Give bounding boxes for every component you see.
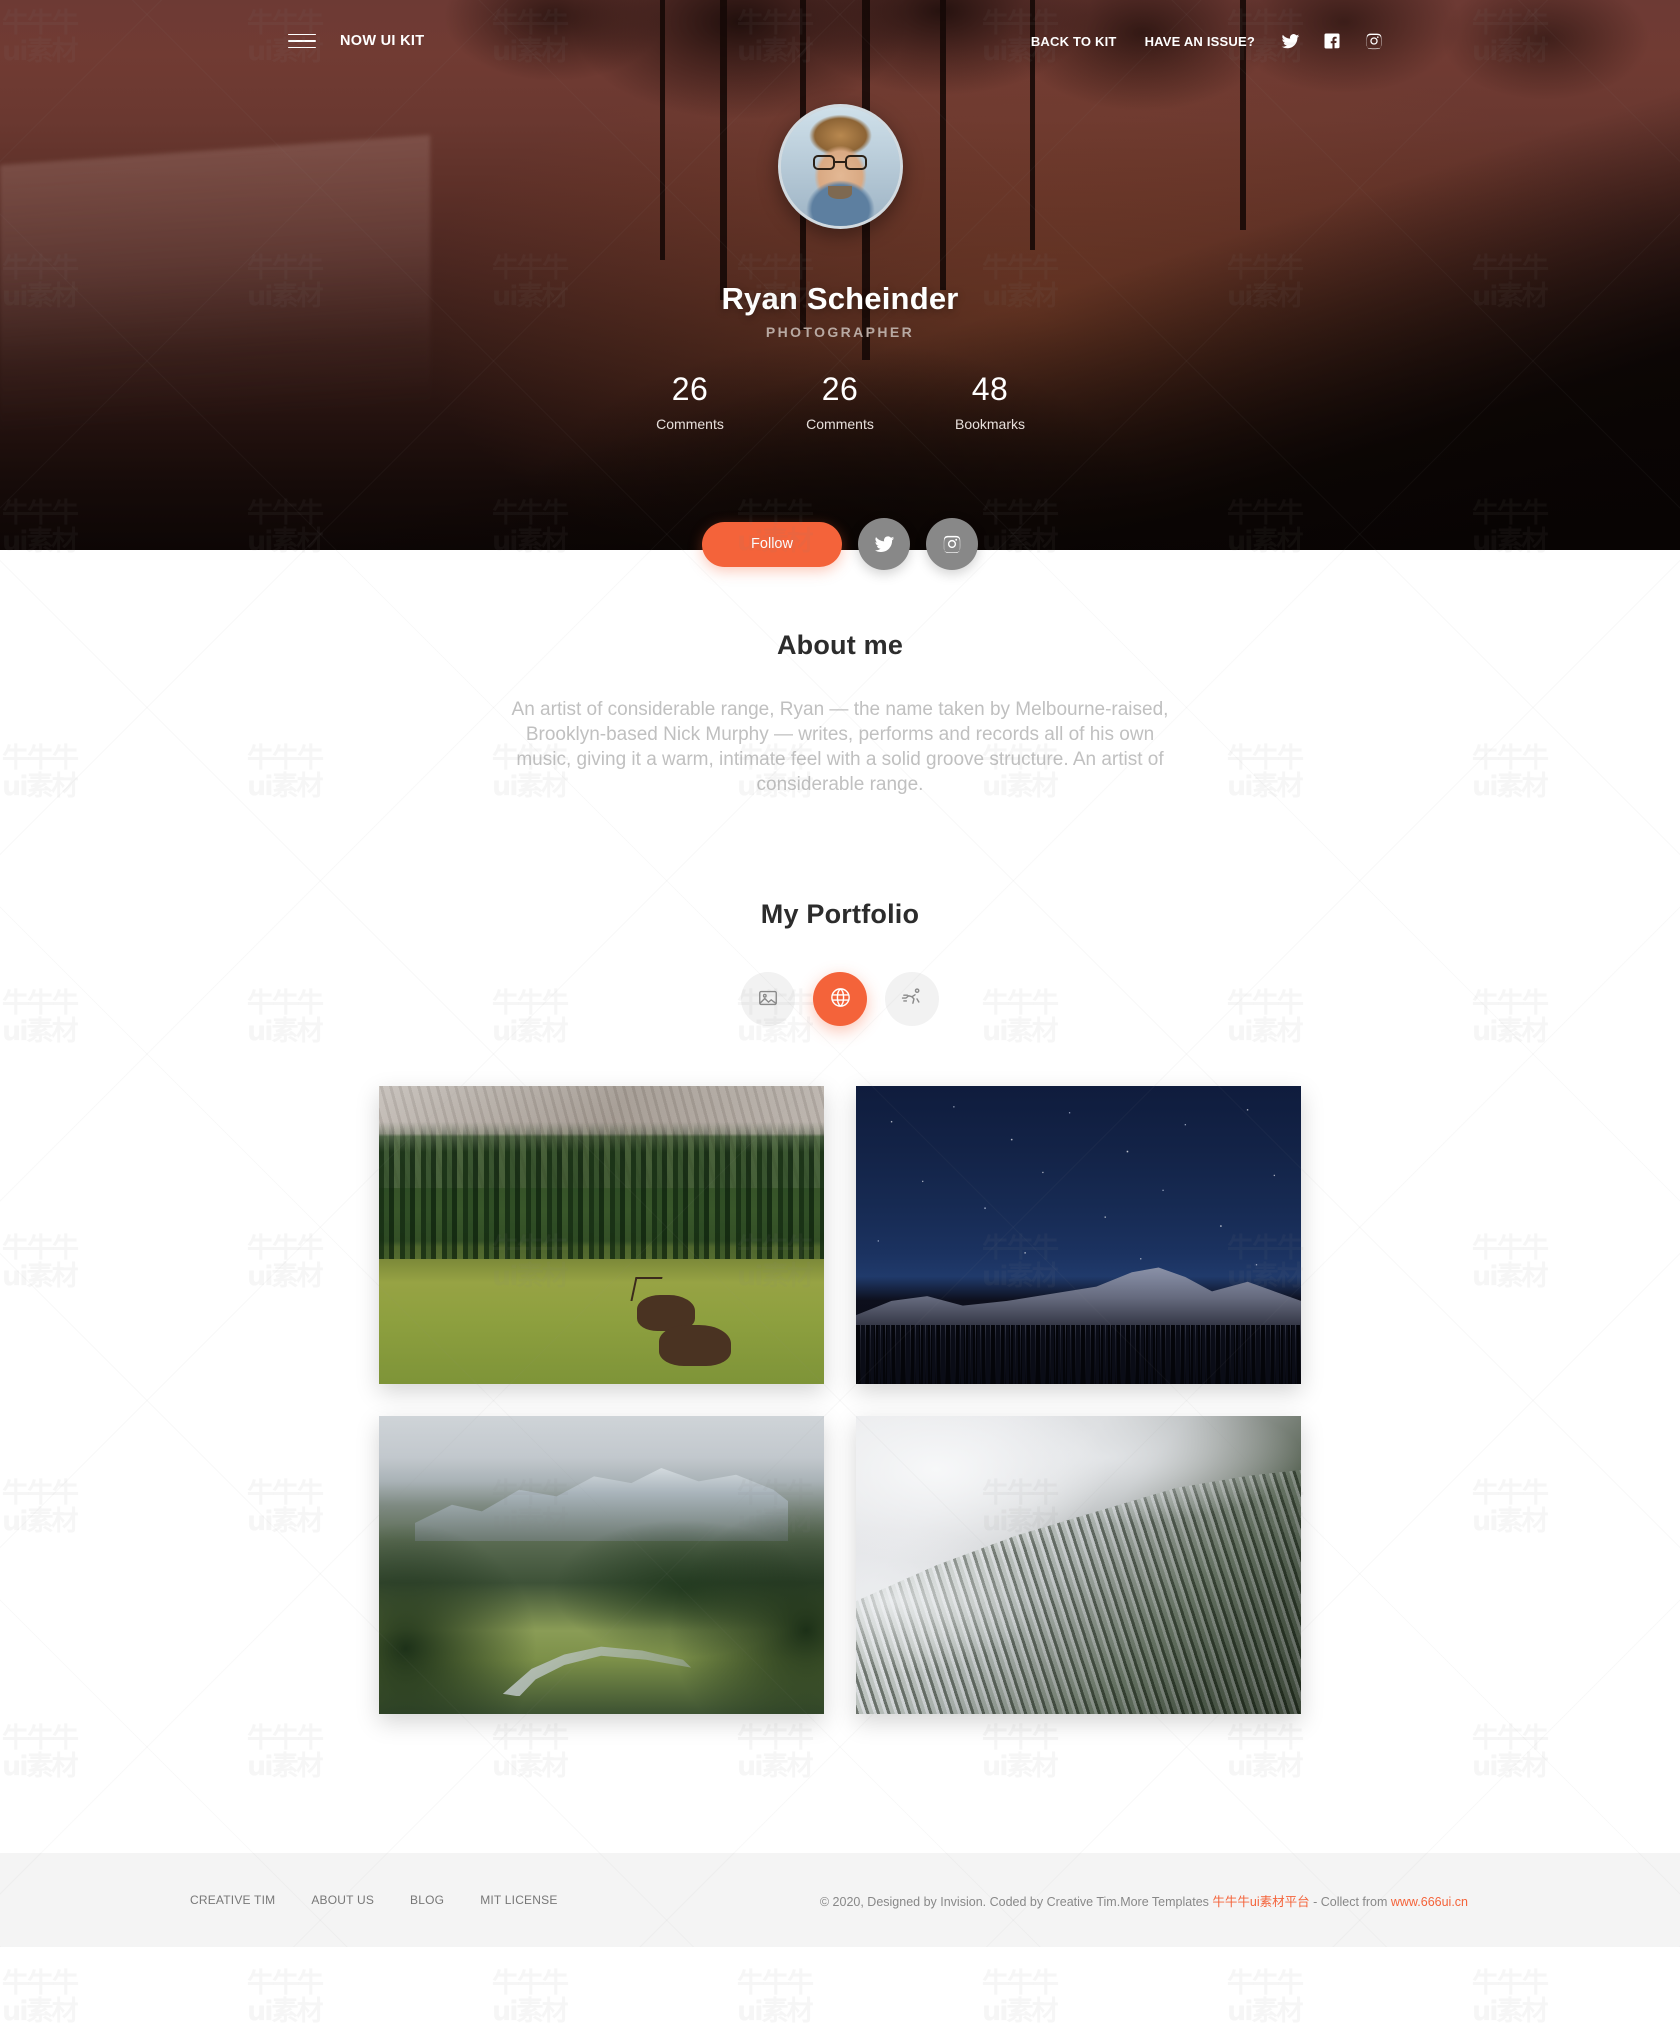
avatar xyxy=(777,104,903,229)
portfolio-gallery xyxy=(379,1086,1301,1715)
stat-value: 26 xyxy=(821,371,859,407)
nav-link-back-to-kit[interactable]: BACK TO KIT xyxy=(1017,34,1131,49)
watermark-glyph: 牛牛牛 ui素材 xyxy=(1227,1723,1304,1783)
top-navbar: NOW UI KIT BACK TO KIT HAVE AN ISSUE? xyxy=(0,0,1680,82)
watermark-glyph: 牛牛牛 ui素材 xyxy=(247,1968,324,2027)
watermark-glyph: 牛牛牛 ui素材 xyxy=(737,1968,814,2027)
watermark-glyph: 牛牛牛 ui素材 xyxy=(1227,1968,1304,2027)
about-description: An artist of considerable range, Ryan — … xyxy=(511,699,1169,796)
footer-link-mit-license[interactable]: MIT LICENSE xyxy=(480,1893,575,1907)
palette-icon xyxy=(829,986,852,1012)
watermark-glyph: 牛牛牛 ui素材 xyxy=(982,1968,1059,2027)
twitter-share-button[interactable] xyxy=(858,518,910,570)
photo-green-valley xyxy=(379,1416,824,1715)
copyright-link-collect-from[interactable]: www.666ui.cn xyxy=(1391,1895,1468,1909)
watermark-glyph: 牛牛牛 ui素材 xyxy=(737,1723,814,1783)
hamburger-icon[interactable] xyxy=(288,33,316,49)
glasses-bridge xyxy=(835,160,845,163)
antlers-shape xyxy=(630,1277,662,1301)
copyright-middle-text: - Collect from xyxy=(1309,1894,1391,1909)
navbar-brand-group: NOW UI KIT xyxy=(288,33,424,49)
glasses-left-lens xyxy=(812,154,836,171)
photo-misty-forest xyxy=(856,1416,1301,1715)
footer-link-creative-tim[interactable]: CREATIVE TIM xyxy=(190,1893,293,1907)
watermark-glyph: 牛牛牛 ui素材 xyxy=(2,1723,79,1783)
stat-label: Comments xyxy=(656,416,724,433)
portfolio-photo[interactable] xyxy=(379,1086,824,1385)
stat-item: 26 Comments xyxy=(765,371,915,433)
about-title: About me xyxy=(776,630,904,660)
watermark-glyph: 牛牛牛 ui素材 xyxy=(492,1968,569,2027)
beard xyxy=(828,185,852,199)
glasses-right-lens xyxy=(844,154,868,171)
profile-name: Ryan Scheinder xyxy=(721,281,959,316)
avatar-photo xyxy=(780,107,900,226)
stat-value: 26 xyxy=(671,371,709,407)
footer-inner: CREATIVE TIM ABOUT US BLOG MIT LICENSE ©… xyxy=(120,1891,1560,1910)
profile-stats: 26 Comments 26 Comments 48 Bookmarks xyxy=(0,371,1680,433)
portfolio-photo[interactable] xyxy=(856,1416,1301,1715)
brand-title[interactable]: NOW UI KIT xyxy=(340,33,424,49)
about-section: About me An artist of considerable range… xyxy=(0,550,1680,797)
photo-yosemite xyxy=(379,1086,824,1385)
deer-shape xyxy=(659,1324,731,1367)
portfolio-photo[interactable] xyxy=(856,1086,1301,1385)
page-footer: CREATIVE TIM ABOUT US BLOG MIT LICENSE ©… xyxy=(0,1853,1680,1947)
portfolio-filters xyxy=(0,972,1680,1027)
watermark-glyph: 牛牛牛 ui素材 xyxy=(982,1723,1059,1783)
portfolio-section: My Portfolio xyxy=(0,797,1680,1715)
filter-image-button[interactable] xyxy=(741,972,795,1027)
profile-role: PHOTOGRAPHER xyxy=(765,324,915,340)
nav-link-have-an-issue[interactable]: HAVE AN ISSUE? xyxy=(1131,34,1269,49)
watermark-glyph: 牛牛牛 ui素材 xyxy=(492,1723,569,1783)
facebook-icon[interactable] xyxy=(1311,20,1353,62)
follow-button[interactable]: Follow xyxy=(702,521,842,567)
portfolio-title: My Portfolio xyxy=(760,899,920,930)
stat-item: 26 Comments xyxy=(615,371,765,433)
twitter-icon[interactable] xyxy=(1269,20,1311,62)
stat-label: Comments xyxy=(806,416,874,433)
copyright-text: © 2020, Designed by Invision. Coded by C… xyxy=(819,1894,1213,1909)
night-treeline xyxy=(856,1324,1301,1385)
stat-item: 48 Bookmarks xyxy=(915,371,1065,433)
action-buttons-row: Follow xyxy=(0,518,1680,570)
filter-palette-button[interactable] xyxy=(813,972,867,1027)
filter-runner-button[interactable] xyxy=(885,972,939,1027)
stat-value: 48 xyxy=(971,371,1009,407)
instagram-share-button[interactable] xyxy=(926,518,978,570)
image-icon xyxy=(757,987,779,1012)
watermark-glyph: 牛牛牛 ui素材 xyxy=(247,1723,324,1783)
portfolio-photo[interactable] xyxy=(379,1416,824,1715)
footer-link-blog[interactable]: BLOG xyxy=(410,1893,462,1907)
footer-links: CREATIVE TIM ABOUT US BLOG MIT LICENSE xyxy=(190,1893,594,1907)
footer-copyright: © 2020, Designed by Invision. Coded by C… xyxy=(820,1891,1468,1910)
navbar-right-group: BACK TO KIT HAVE AN ISSUE? xyxy=(1017,20,1395,62)
footer-link-about-us[interactable]: ABOUT US xyxy=(311,1893,392,1907)
stat-label: Bookmarks xyxy=(954,416,1026,433)
watermark-glyph: 牛牛牛 ui素材 xyxy=(2,1968,79,2027)
runner-icon xyxy=(901,986,924,1012)
copyright-link-template-site[interactable]: 牛牛牛ui素材平台 xyxy=(1212,1895,1309,1909)
watermark-glyph: 牛牛牛 ui素材 xyxy=(1472,1723,1549,1783)
hero-section: NOW UI KIT BACK TO KIT HAVE AN ISSUE? Ry… xyxy=(0,0,1680,550)
instagram-icon[interactable] xyxy=(1353,20,1395,62)
watermark-glyph: 牛牛牛 ui素材 xyxy=(1472,1968,1549,2027)
